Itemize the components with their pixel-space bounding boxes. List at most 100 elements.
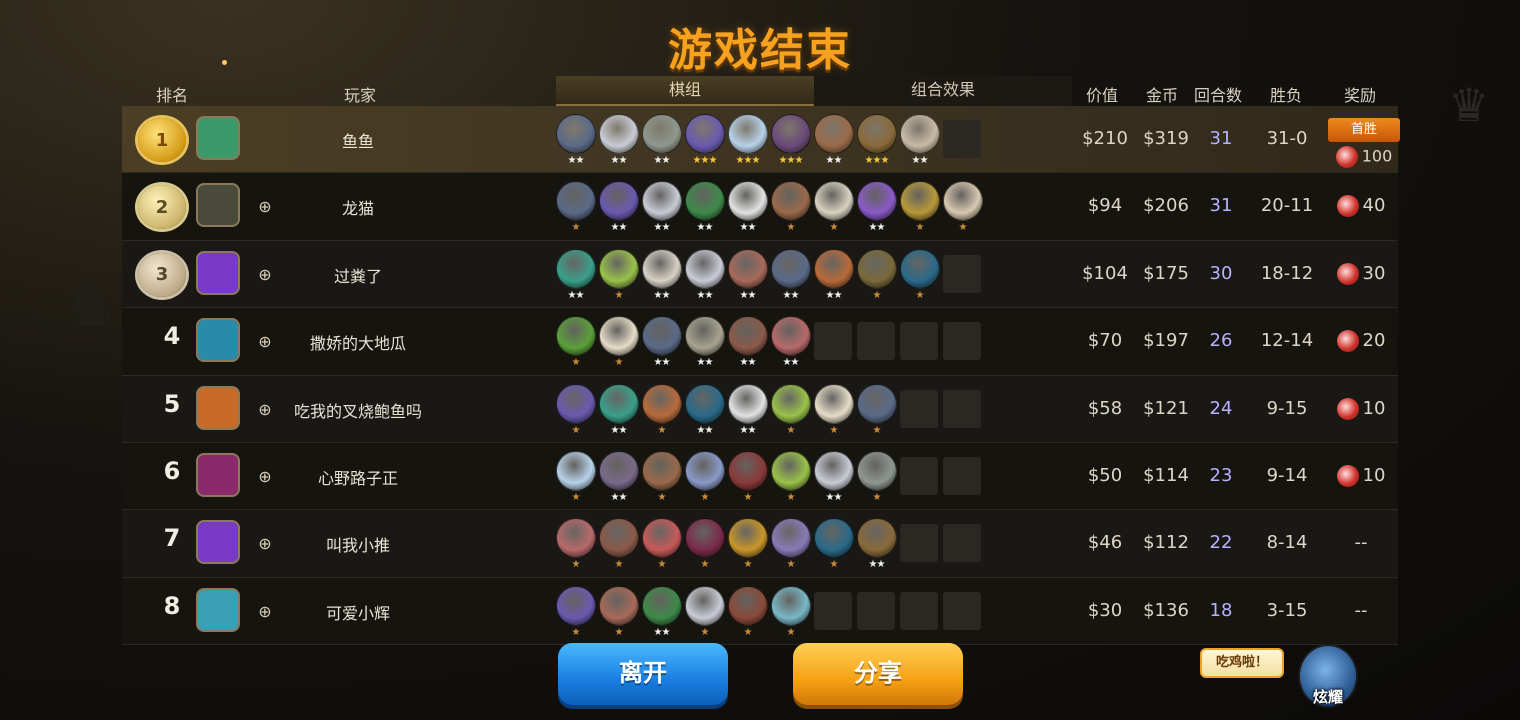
player-avatar[interactable] bbox=[196, 318, 240, 363]
unit-slot[interactable]: ★ bbox=[769, 582, 812, 640]
unit-slot[interactable]: ★★ bbox=[726, 245, 769, 303]
unit-slot[interactable]: ★ bbox=[597, 245, 640, 303]
unit-slot[interactable]: ★★ bbox=[683, 245, 726, 303]
player-avatar[interactable] bbox=[196, 116, 240, 160]
sushi-reward-icon bbox=[1336, 330, 1359, 353]
unit-slot[interactable]: ★ bbox=[597, 514, 640, 572]
player-avatar[interactable] bbox=[196, 520, 240, 565]
unit-slot[interactable]: ★ bbox=[769, 514, 812, 572]
unit-slot[interactable]: ★ bbox=[554, 447, 597, 505]
empty-slot-placeholder bbox=[857, 322, 895, 361]
unit-slot[interactable]: ★ bbox=[640, 514, 683, 572]
share-button[interactable]: 分享 bbox=[793, 643, 963, 705]
unit-slot[interactable]: ★ bbox=[554, 177, 597, 235]
unit-portrait-icon bbox=[599, 585, 639, 626]
unit-slot[interactable]: ★★ bbox=[554, 110, 597, 168]
header-value: 价值 bbox=[1086, 86, 1119, 105]
player-avatar[interactable] bbox=[196, 587, 240, 632]
tab-combo-effects[interactable]: 组合效果 bbox=[814, 76, 1072, 106]
unit-slot[interactable]: ★ bbox=[855, 447, 898, 505]
rank-medal-icon: 3 bbox=[138, 252, 186, 297]
unit-slot[interactable]: ★★ bbox=[855, 177, 898, 235]
player-avatar[interactable] bbox=[196, 183, 240, 228]
unit-slot[interactable]: ★ bbox=[769, 177, 812, 235]
unit-slot[interactable]: ★ bbox=[554, 514, 597, 572]
unit-slot[interactable]: ★ bbox=[941, 177, 984, 235]
unit-slot[interactable]: ★★ bbox=[726, 312, 769, 370]
unit-slot[interactable]: ★ bbox=[726, 447, 769, 505]
table-row[interactable]: 7 ⊕ 叫我小推 ★ ★ ★ ★ ★ ★ ★ ★★ $46 $112 22 8-14 -- bbox=[122, 510, 1398, 578]
unit-slot[interactable]: ★★ bbox=[640, 312, 683, 370]
unit-slot[interactable]: ★ bbox=[812, 177, 855, 235]
unit-slot[interactable]: ★★ bbox=[683, 312, 726, 370]
unit-slot[interactable]: ★★ bbox=[597, 177, 640, 235]
unit-slot[interactable]: ★★ bbox=[855, 514, 898, 572]
unit-slot[interactable]: ★ bbox=[554, 582, 597, 640]
table-row[interactable]: 6 ⊕ 心野路子正 ★ ★★ ★ ★ ★ ★ ★★ ★ $50 $114 23 9-14 10 bbox=[122, 442, 1398, 511]
unit-slot[interactable]: ★ bbox=[640, 380, 683, 438]
unit-slot[interactable]: ★★ bbox=[640, 245, 683, 303]
player-avatar[interactable] bbox=[196, 452, 240, 497]
unit-slot[interactable]: ★★ bbox=[812, 245, 855, 303]
table-row[interactable]: 4 ⊕ 撒娇的大地瓜 ★ ★ ★★ ★★ ★★ ★★ $70 $197 26 12-14 20 bbox=[122, 308, 1398, 376]
unit-slot[interactable]: ★★ bbox=[683, 380, 726, 438]
unit-slot[interactable]: ★★ bbox=[554, 245, 597, 303]
unit-slot[interactable]: ★ bbox=[812, 514, 855, 572]
unit-slot[interactable]: ★★ bbox=[812, 447, 855, 505]
unit-slot[interactable]: ★ bbox=[683, 447, 726, 505]
unit-slot[interactable]: ★ bbox=[683, 514, 726, 572]
unit-slot[interactable]: ★★★ bbox=[726, 110, 769, 168]
table-row[interactable]: 1 鱼鱼 ★★ ★★ ★★ ★★★ ★★★ ★★★ ★★ ★★★ ★★ $210 $319 31 31-0 首… bbox=[122, 106, 1400, 174]
unit-slot[interactable]: ★ bbox=[597, 582, 640, 640]
leave-button[interactable]: 离开 bbox=[558, 643, 728, 705]
unit-slot[interactable]: ★ bbox=[554, 380, 597, 438]
unit-slot[interactable]: ★ bbox=[597, 312, 640, 370]
unit-slot[interactable]: ★ bbox=[855, 380, 898, 438]
unit-slot[interactable]: ★ bbox=[898, 245, 941, 303]
unit-star-rating: ★ bbox=[829, 424, 839, 436]
show-off-button-label[interactable]: 炫耀 bbox=[1296, 686, 1360, 707]
unit-slot[interactable]: ★ bbox=[769, 380, 812, 438]
unit-slot[interactable]: ★★ bbox=[812, 110, 855, 168]
table-row[interactable]: 8 ⊕ 可爱小辉 ★ ★ ★★ ★ ★ ★ $30 $136 18 3-15 -- bbox=[122, 577, 1398, 646]
unit-slot[interactable]: ★★ bbox=[597, 380, 640, 438]
unit-star-rating: ★ bbox=[743, 626, 753, 638]
table-row[interactable]: 3 ⊕ 过粪了 ★★ ★ ★★ ★★ ★★ ★★ ★★ ★ ★ $104 $175 30 18-12 30 bbox=[122, 240, 1398, 309]
unit-slot[interactable]: ★★ bbox=[769, 312, 812, 370]
unit-star-rating: ★★ bbox=[696, 222, 714, 234]
unit-slot[interactable]: ★ bbox=[726, 514, 769, 572]
unit-slot[interactable]: ★ bbox=[898, 177, 941, 235]
unit-slot[interactable]: ★ bbox=[640, 447, 683, 505]
unit-slot[interactable]: ★★ bbox=[597, 110, 640, 168]
player-gold: $175 bbox=[1143, 262, 1189, 284]
unit-slot[interactable]: ★★ bbox=[726, 380, 769, 438]
unit-slot[interactable]: ★★ bbox=[640, 177, 683, 235]
player-avatar[interactable] bbox=[196, 250, 240, 295]
unit-slot[interactable]: ★ bbox=[683, 582, 726, 640]
table-row[interactable]: 5 ⊕ 吃我的叉烧鲍鱼吗 ★ ★★ ★ ★★ ★★ ★ ★ ★ $58 $121 24 9-15 10 bbox=[122, 375, 1398, 443]
unit-slot[interactable]: ★★★ bbox=[683, 110, 726, 168]
unit-slot[interactable]: ★★★ bbox=[855, 110, 898, 168]
unit-slot[interactable]: ★★★ bbox=[769, 110, 812, 168]
win-loss-record: 8-14 bbox=[1266, 532, 1308, 554]
unit-portrait-icon bbox=[642, 248, 682, 289]
tab-team[interactable]: 棋组 bbox=[556, 76, 814, 106]
unit-slot[interactable]: ★★ bbox=[597, 447, 640, 505]
unit-slot[interactable]: ★★ bbox=[726, 177, 769, 235]
unit-slot[interactable]: ★ bbox=[769, 447, 812, 505]
unit-star-rating: ★ bbox=[657, 559, 667, 571]
unit-star-rating: ★★ bbox=[567, 289, 585, 301]
unit-slot[interactable]: ★ bbox=[726, 582, 769, 640]
unit-slot[interactable]: ★ bbox=[554, 312, 597, 370]
unit-slot[interactable]: ★★ bbox=[640, 582, 683, 640]
unit-slot[interactable]: ★ bbox=[855, 245, 898, 303]
player-avatar[interactable] bbox=[196, 385, 240, 430]
unit-slot[interactable]: ★ bbox=[812, 380, 855, 438]
unit-star-rating: ★★ bbox=[868, 559, 886, 571]
unit-slot[interactable]: ★★ bbox=[769, 245, 812, 303]
table-row[interactable]: 2 ⊕ 龙猫 ★ ★★ ★★ ★★ ★★ ★ ★ ★★ ★ ★ $94 $206 31 20-11 40 bbox=[122, 173, 1398, 241]
unit-slot[interactable]: ★★ bbox=[683, 177, 726, 235]
unit-slot[interactable]: ★★ bbox=[640, 110, 683, 168]
unit-portrait-icon bbox=[599, 450, 639, 491]
unit-slot[interactable]: ★★ bbox=[898, 110, 941, 168]
